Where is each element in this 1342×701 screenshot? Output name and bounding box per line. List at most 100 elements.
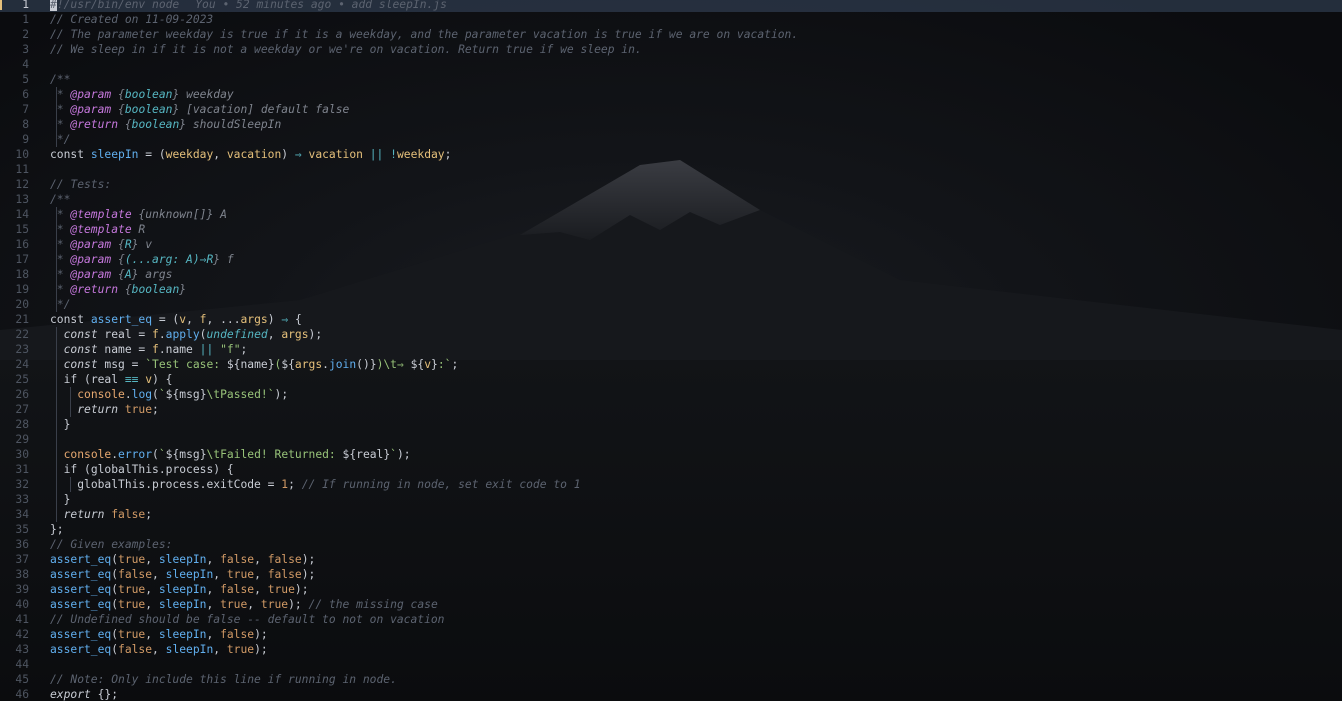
- code-line[interactable]: 14 * @template {unknown[]} A: [0, 207, 1342, 222]
- code-token: @template: [70, 208, 132, 221]
- code-line[interactable]: 4: [0, 57, 1342, 72]
- code-token: , ...: [206, 313, 241, 326]
- code-token: @return: [70, 283, 119, 296]
- code-token: }: [50, 493, 71, 506]
- code-line[interactable]: 1 // Created on 11-09-2023: [0, 12, 1342, 27]
- code-token: assert_eq: [50, 643, 112, 656]
- code-line[interactable]: 34 return false;: [0, 507, 1342, 522]
- code-line[interactable]: 32 globalThis.process.exitCode = 1; // I…: [0, 477, 1342, 492]
- code-line[interactable]: 11: [0, 162, 1342, 177]
- line-number: 43: [15, 643, 29, 656]
- code-line[interactable]: 37 assert_eq(true, sleepIn, false, false)…: [0, 552, 1342, 567]
- code-token: ,: [206, 553, 221, 566]
- code-token: weekday: [396, 148, 445, 161]
- code-line[interactable]: 36 // Given examples:: [0, 537, 1342, 552]
- code-line[interactable]: 2 // The parameter weekday is true if it …: [0, 27, 1342, 42]
- code-token: \tPassed!`: [206, 388, 275, 401]
- code-token: console: [77, 388, 125, 401]
- code-line[interactable]: 40 assert_eq(true, sleepIn, true, true); …: [0, 597, 1342, 612]
- code-token: `: [158, 388, 166, 401]
- code-token: );: [396, 448, 411, 461]
- code-token: true: [124, 403, 153, 416]
- code-token: .: [322, 358, 329, 371]
- code-line[interactable]: 38 assert_eq(false, sleepIn, true, false)…: [0, 567, 1342, 582]
- code-line[interactable]: 18 * @param {A} args: [0, 267, 1342, 282]
- code-line[interactable]: 39 assert_eq(true, sleepIn, false, true);: [0, 582, 1342, 597]
- code-line[interactable]: 10 const sleepIn = (weekday, vacation) ⇒ …: [0, 147, 1342, 162]
- code-token: *: [50, 223, 71, 236]
- code-token: "f": [220, 343, 241, 356]
- code-line[interactable]: 28 }: [0, 417, 1342, 432]
- code-line[interactable]: 33 }: [0, 492, 1342, 507]
- code-editor[interactable]: 1 #!/usr/bin/env node You • 52 minutes ago…: [0, 0, 1342, 701]
- code-line[interactable]: 5 /**: [0, 72, 1342, 87]
- code-token: *: [50, 103, 71, 116]
- code-token: /**: [50, 73, 71, 86]
- code-line[interactable]: 6 * @param {boolean} weekday: [0, 87, 1342, 102]
- code-line[interactable]: 16 * @param {R} v: [0, 237, 1342, 252]
- code-line[interactable]: 7 * @param {boolean} [vacation] default …: [0, 102, 1342, 117]
- code-line[interactable]: 44: [0, 657, 1342, 672]
- code-token: weekday: [179, 88, 234, 101]
- code-token: true: [226, 643, 255, 656]
- code-token: ;: [288, 478, 302, 491]
- code-token: ,: [145, 553, 159, 566]
- code-token: ,: [152, 643, 166, 656]
- code-line[interactable]: 30 console.error(`${msg}\tFailed! Return…: [0, 447, 1342, 462]
- code-token: name =: [104, 343, 153, 356]
- line-number: 35: [15, 523, 29, 536]
- code-line[interactable]: 3 // We sleep in if it is not a weekday o…: [0, 42, 1342, 57]
- code-line[interactable]: 24 const msg = `Test case: ${name}(${arg…: [0, 357, 1342, 372]
- code-line[interactable]: 29: [0, 432, 1342, 447]
- code-line[interactable]: 22 const real = f.apply(undefined, args)…: [0, 327, 1342, 342]
- code-line[interactable]: 45 // Note: Only include this line if run…: [0, 672, 1342, 687]
- code-line[interactable]: 15 * @template R: [0, 222, 1342, 237]
- code-area[interactable]: 1 #!/usr/bin/env node You • 52 minutes ago…: [0, 0, 1342, 701]
- code-token: }: [431, 358, 438, 371]
- line-content: /**: [50, 72, 70, 87]
- code-token: assert_eq: [50, 628, 112, 641]
- code-line[interactable]: 12 // Tests:: [0, 177, 1342, 192]
- code-token: (: [111, 598, 119, 611]
- code-line[interactable]: 8 * @return {boolean} shouldSleepIn: [0, 117, 1342, 132]
- code-line[interactable]: 19 * @return {boolean}: [0, 282, 1342, 297]
- code-token: (: [152, 448, 159, 461]
- code-token: ${: [165, 388, 180, 401]
- code-line[interactable]: 27 return true;: [0, 402, 1342, 417]
- code-line[interactable]: 46 export {};: [0, 687, 1342, 701]
- code-token: )\t⇒: [376, 358, 411, 371]
- code-line[interactable]: 31 if (globalThis.process) {: [0, 462, 1342, 477]
- code-token: apply: [165, 328, 200, 341]
- code-line[interactable]: 43 assert_eq(false, sleepIn, true);: [0, 642, 1342, 657]
- line-number: 27: [15, 403, 29, 416]
- code-line[interactable]: 42 assert_eq(true, sleepIn, false);: [0, 627, 1342, 642]
- line-number: 8: [22, 118, 29, 131]
- code-line[interactable]: 26 console.log(`${msg}\tPassed!`);: [0, 387, 1342, 402]
- code-token: // Note: Only include this line if runni…: [50, 673, 397, 686]
- code-line[interactable]: 20 */: [0, 297, 1342, 312]
- code-line[interactable]: 21 const assert_eq = (v, f, ...args) ⇒ {: [0, 312, 1342, 327]
- code-token: ;: [240, 343, 248, 356]
- code-token: {: [118, 268, 125, 281]
- code-token: ${: [342, 448, 357, 461]
- code-line[interactable]: 13 /**: [0, 192, 1342, 207]
- code-token: real =: [104, 328, 153, 341]
- code-token: real: [356, 448, 384, 461]
- code-line[interactable]: 35};: [0, 522, 1342, 537]
- code-line[interactable]: 25 if (real ≡≡ v) {: [0, 372, 1342, 387]
- code-line[interactable]: 23 const name = f.name || "f";: [0, 342, 1342, 357]
- code-line[interactable]: 1 #!/usr/bin/env node You • 52 minutes ago…: [0, 0, 1342, 12]
- code-line[interactable]: 9 */: [0, 132, 1342, 147]
- code-line[interactable]: 41 // Undefined should be false -- defaul…: [0, 612, 1342, 627]
- code-token: {: [124, 283, 132, 296]
- code-line[interactable]: 17 * @param {(...arg: A)⇒R} f: [0, 252, 1342, 267]
- code-token: boolean: [131, 283, 180, 296]
- line-number: 7: [22, 103, 29, 116]
- line-content: export {};: [50, 687, 118, 701]
- code-token: ||: [369, 148, 384, 161]
- code-token: ≡≡: [124, 373, 139, 386]
